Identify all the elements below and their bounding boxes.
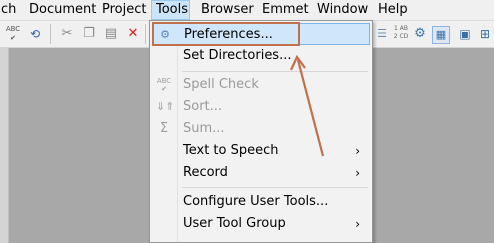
menu-separator (182, 71, 368, 72)
menu-item-user-tool-group[interactable]: User Tool Group › (152, 213, 370, 235)
menu-document[interactable]: Document (27, 0, 98, 20)
toolbar-separator (50, 24, 51, 44)
sort-icon: ⇓⇑ (156, 100, 175, 113)
spell-check-icon[interactable]: ABC ✔ (4, 25, 22, 43)
left-gutter (0, 48, 9, 243)
tools-menu-dropdown: ⚙ Preferences... Set Directories... ABC ✔… (149, 20, 373, 243)
menu-project[interactable]: Project (100, 0, 148, 20)
list-icon[interactable]: ☰ (373, 25, 391, 43)
annotation-highlight-box (152, 22, 300, 46)
menu-tools[interactable]: Tools (151, 0, 190, 20)
menu-browser[interactable]: Browser (199, 0, 256, 20)
paste-icon[interactable]: ▤ (102, 25, 120, 43)
sum-icon: Σ (159, 121, 169, 136)
panel-toggle-icon[interactable]: ▣ (456, 25, 474, 43)
menu-item-record[interactable]: Record › (152, 162, 370, 184)
menu-item-sum: Σ Sum... (152, 118, 370, 140)
menu-item-text-to-speech[interactable]: Text to Speech › (152, 140, 370, 162)
menu-item-label: Set Directories... (183, 48, 292, 63)
expand-icon[interactable]: ⊞ (476, 25, 494, 43)
menu-item-label: Sort... (183, 99, 223, 114)
layout-panel-icon[interactable]: ▦ (432, 26, 450, 44)
cut-icon[interactable]: ✂ (58, 25, 76, 43)
app-window: ch Document Project Tools Browser Emmet … (0, 0, 494, 243)
line-numbers-label: 1 AB 2 CD (393, 25, 409, 40)
menu-item-label: Text to Speech (183, 143, 279, 158)
submenu-arrow-icon: › (355, 217, 360, 231)
word-wrap-icon[interactable]: ⟲ (26, 25, 44, 43)
settings-gear-icon[interactable]: ⚙ (411, 25, 429, 43)
menu-item-label: Record (183, 165, 228, 180)
menu-item-label: Spell Check (183, 77, 259, 92)
menu-separator (182, 187, 368, 188)
spell-check-icon: ABC ✔ (156, 77, 172, 93)
menu-item-label: Sum... (183, 121, 225, 136)
menu-item-configure-user-tools[interactable]: Configure User Tools... (152, 191, 370, 213)
menu-help[interactable]: Help (376, 0, 410, 20)
menu-item-set-directories[interactable]: Set Directories... (152, 45, 370, 67)
menu-item-sort: ⇓⇑ Sort... (152, 96, 370, 118)
submenu-arrow-icon: › (355, 166, 360, 180)
menu-item-spell-check: ABC ✔ Spell Check (152, 74, 370, 96)
menu-item-label: Configure User Tools... (183, 194, 329, 209)
menu-emmet[interactable]: Emmet (260, 0, 311, 20)
menu-item-label: User Tool Group (183, 216, 286, 231)
menu-window[interactable]: Window (315, 0, 370, 20)
toolbar-separator (145, 24, 146, 44)
menu-bar: ch Document Project Tools Browser Emmet … (0, 0, 494, 21)
menu-search[interactable]: ch (0, 0, 18, 20)
copy-icon[interactable]: ❐ (80, 25, 98, 43)
submenu-arrow-icon: › (355, 144, 360, 158)
line-numbers-icon[interactable]: 1 AB 2 CD (392, 25, 410, 43)
delete-icon[interactable]: ✕ (124, 25, 142, 43)
